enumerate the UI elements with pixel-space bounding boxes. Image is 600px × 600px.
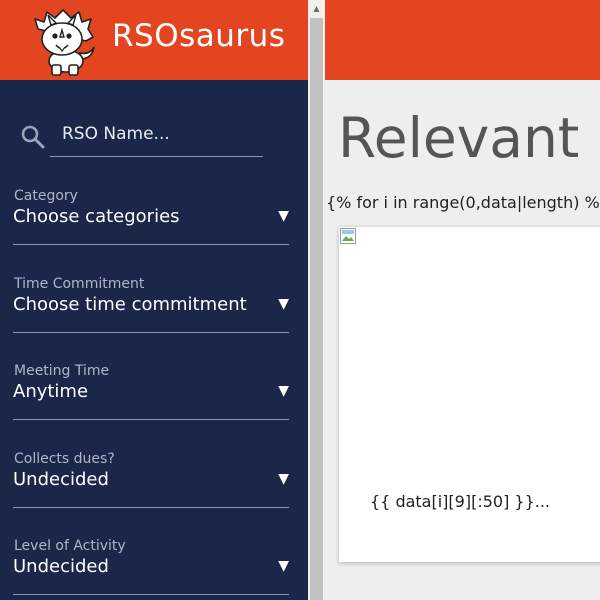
caret-down-icon: ▼: [278, 296, 289, 312]
meeting-time-select[interactable]: Meeting Time Anytime ▼: [13, 363, 289, 420]
time-commitment-value: Choose time commitment: [13, 294, 247, 315]
rso-name-search-input[interactable]: [50, 112, 263, 157]
collects-dues-select[interactable]: Collects dues? Undecided ▼: [13, 451, 289, 508]
time-commitment-label: Time Commitment: [14, 276, 145, 292]
level-of-activity-value: Undecided: [13, 556, 109, 577]
scrollbar-thumb[interactable]: [310, 18, 323, 600]
rso-card[interactable]: {{ data[i][9][:50] }}...: [339, 227, 600, 562]
meeting-time-label: Meeting Time: [14, 363, 110, 379]
caret-down-icon: ▼: [278, 558, 289, 574]
collects-dues-label: Collects dues?: [14, 451, 115, 467]
dinosaur-logo-icon[interactable]: [30, 7, 96, 77]
top-bar: [325, 0, 600, 80]
sidebar: RSOsaurus Category Choose categories ▼ T…: [0, 0, 308, 600]
brand-header: RSOsaurus: [0, 0, 308, 80]
template-loop-text: {% for i in range(0,data|length) %}: [326, 193, 600, 212]
category-value: Choose categories: [13, 206, 180, 227]
card-description: {{ data[i][9][:50] }}...: [370, 492, 551, 511]
page-title: Relevant: [338, 106, 580, 170]
meeting-time-value: Anytime: [13, 381, 89, 402]
time-commitment-select[interactable]: Time Commitment Choose time commitment ▼: [13, 276, 289, 333]
level-of-activity-select[interactable]: Level of Activity Undecided ▼: [13, 538, 289, 595]
broken-image-icon: [340, 228, 356, 244]
search-icon: [21, 125, 45, 149]
caret-down-icon: ▼: [278, 208, 289, 224]
sidebar-scrollbar[interactable]: ▲: [308, 0, 325, 600]
level-of-activity-label: Level of Activity: [14, 538, 126, 554]
scroll-up-arrow-icon[interactable]: ▲: [308, 0, 325, 17]
category-label: Category: [14, 188, 78, 204]
brand-name[interactable]: RSOsaurus: [112, 18, 285, 54]
caret-down-icon: ▼: [278, 471, 289, 487]
caret-down-icon: ▼: [278, 383, 289, 399]
collects-dues-value: Undecided: [13, 469, 109, 490]
category-select[interactable]: Category Choose categories ▼: [13, 188, 289, 245]
